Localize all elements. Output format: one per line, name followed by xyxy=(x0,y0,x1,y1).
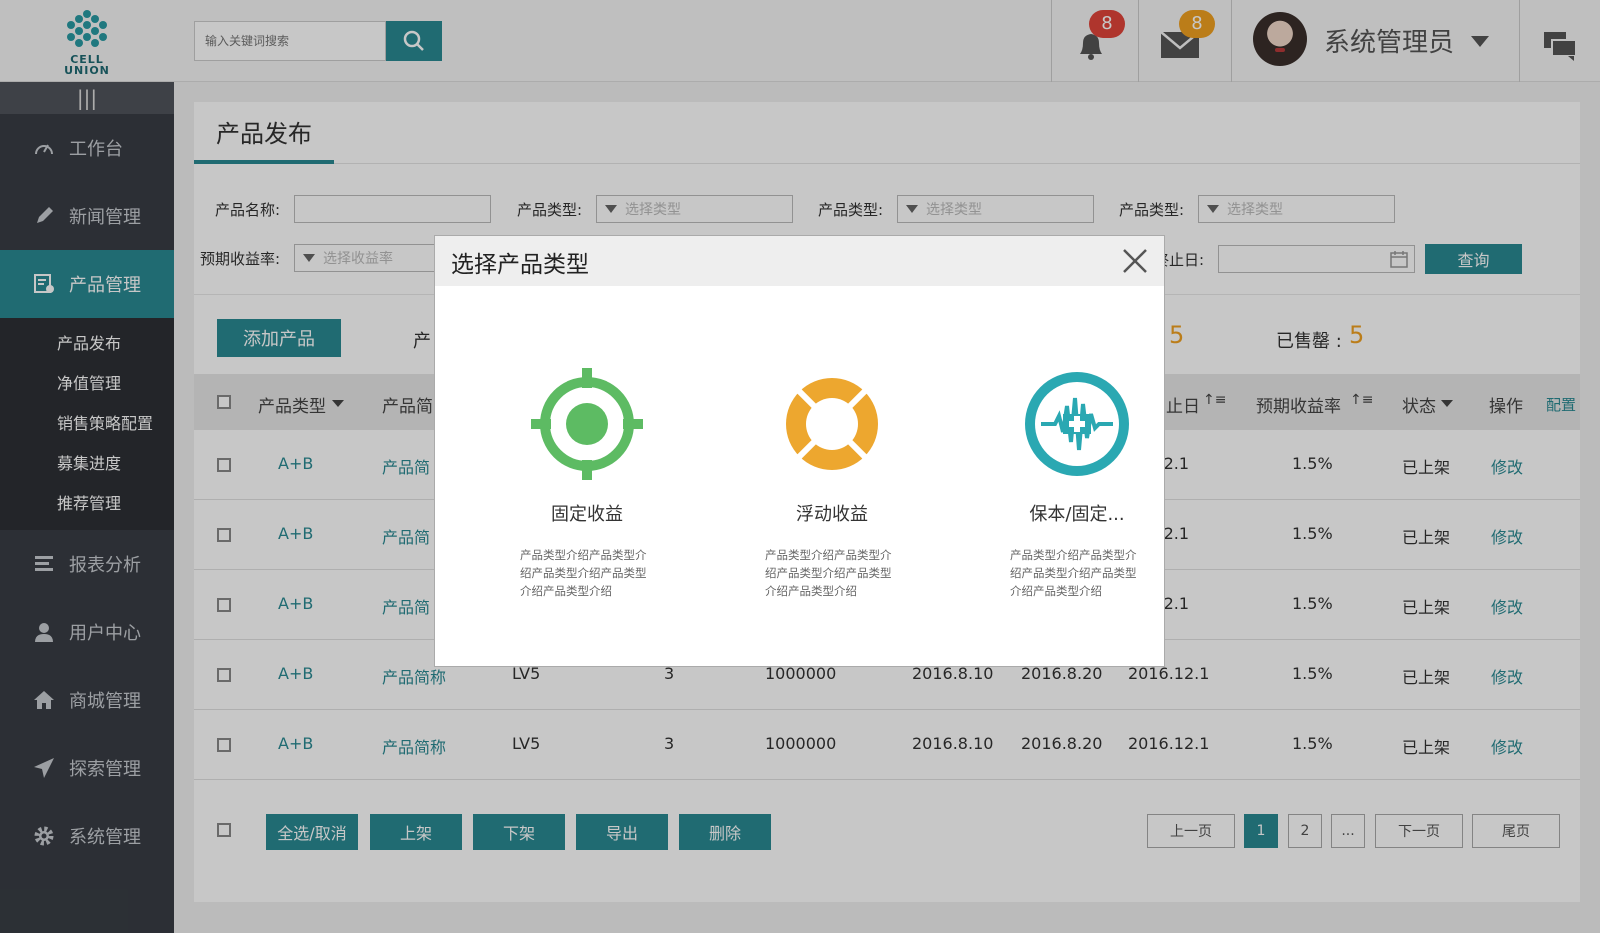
target-icon xyxy=(531,368,643,480)
modal-header: 选择产品类型 xyxy=(435,236,1164,286)
modal-title: 选择产品类型 xyxy=(451,252,589,278)
option-guaranteed[interactable]: 保本/固定... 产品类型介绍产品类型介绍产品类型介绍产品类型介绍产品类型介绍 xyxy=(987,366,1167,600)
option-description: 产品类型介绍产品类型介绍产品类型介绍产品类型介绍产品类型介绍 xyxy=(520,548,647,598)
pulse-plus-icon xyxy=(1025,372,1129,476)
close-icon[interactable] xyxy=(1120,246,1150,276)
select-product-type-modal: 选择产品类型 固定收益 产品类型介绍产品类型介绍产品类型介绍产品类型介绍产品类型… xyxy=(434,235,1165,667)
option-description: 产品类型介绍产品类型介绍产品类型介绍产品类型介绍产品类型介绍 xyxy=(765,548,892,598)
option-name: 固定收益 xyxy=(551,504,623,525)
option-name: 浮动收益 xyxy=(796,504,868,525)
option-description: 产品类型介绍产品类型介绍产品类型介绍产品类型介绍产品类型介绍 xyxy=(1010,548,1137,598)
option-name: 保本/固定... xyxy=(1029,504,1125,525)
option-floating-income[interactable]: 浮动收益 产品类型介绍产品类型介绍产品类型介绍产品类型介绍产品类型介绍 xyxy=(742,366,922,600)
lifebuoy-icon xyxy=(786,378,878,470)
option-fixed-income[interactable]: 固定收益 产品类型介绍产品类型介绍产品类型介绍产品类型介绍产品类型介绍 xyxy=(497,366,677,600)
